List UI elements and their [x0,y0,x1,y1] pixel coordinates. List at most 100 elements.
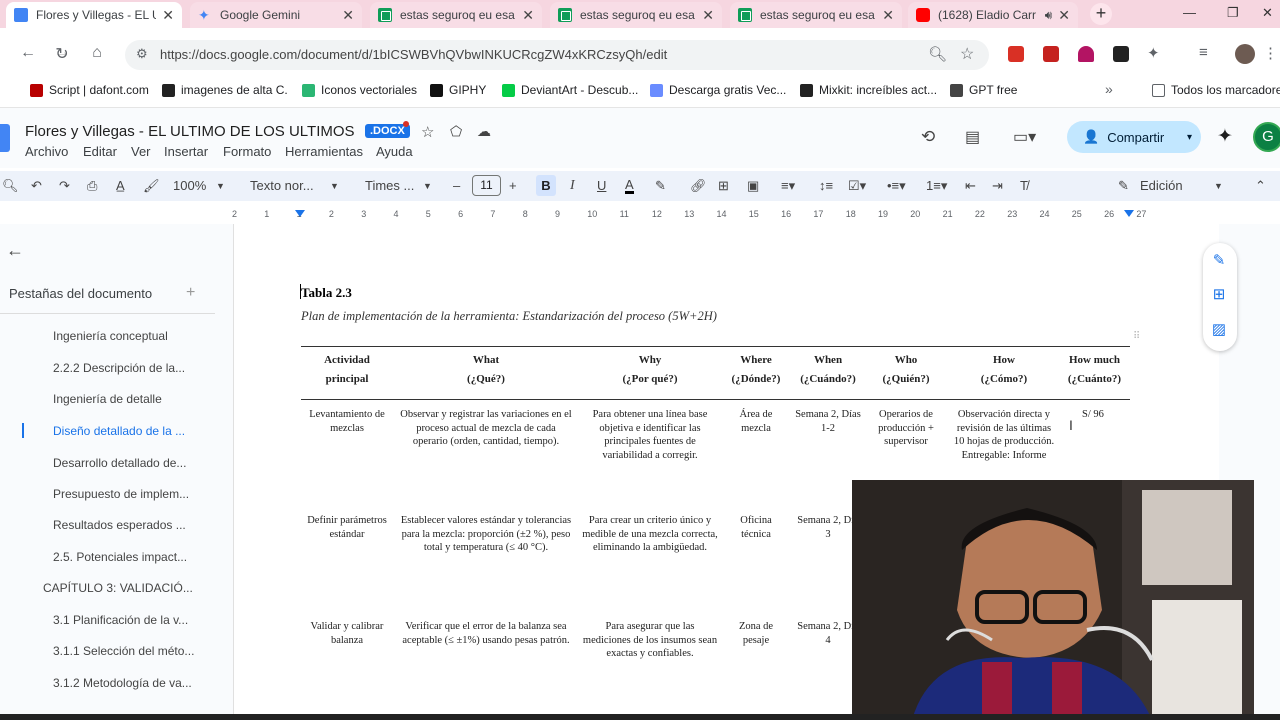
table-cell[interactable]: Observación directa y revisión de las úl… [951,408,1057,462]
site-info-icon[interactable]: ⚙ [136,46,148,62]
document-title[interactable]: Flores y Villegas - EL ULTIMO DE LOS ULT… [25,123,355,140]
close-tab-icon[interactable]: ✕ [1058,7,1070,24]
collapse-toolbar-icon[interactable]: ⌃ [1255,178,1266,194]
font-dropdown-icon[interactable]: ▼ [423,181,432,191]
close-tab-icon[interactable]: ✕ [342,7,354,24]
extension-icon-m[interactable] [1043,46,1059,62]
close-tab-icon[interactable]: ✕ [882,7,894,24]
share-button[interactable]: 👤 Compartir ▾ [1067,121,1201,153]
restore-icon[interactable]: ❐ [1227,5,1239,21]
browser-tab[interactable]: (1628) Eladio Carr 🔊︎ ✕ [908,2,1078,28]
browser-tab[interactable]: estas seguroq eu esa ✕ [370,2,542,28]
table-cell[interactable]: Para asegurar que las mediciones de los … [582,620,718,661]
bookmark-star-icon[interactable]: ☆ [960,44,974,64]
history-icon[interactable]: ⟲ [921,127,935,147]
menu-item[interactable]: Archivo [25,144,68,159]
outline-item[interactable]: Ingeniería de detalle [53,392,162,406]
reading-list-icon[interactable]: ≡ [1199,44,1208,61]
table-cell[interactable]: Establecer valores estándar y tolerancia… [400,514,572,555]
add-comment-icon[interactable]: ⊞ [718,178,729,194]
editing-mode-icon[interactable]: ✎ [1118,178,1129,194]
print-icon[interactable]: ⎙ [87,178,97,194]
bookmark-item[interactable]: Descarga gratis Vec... [650,83,786,97]
minimize-icon[interactable]: — [1183,5,1196,20]
table-header-cell[interactable]: When (¿Cuándo?) [794,351,862,389]
account-avatar[interactable]: G [1253,122,1280,152]
new-tab-button[interactable]: + [1090,3,1112,25]
edit-suggest-icon[interactable]: ✎ [1207,251,1231,275]
checklist-icon[interactable]: ☑▾ [848,178,866,194]
mode-dropdown-icon[interactable]: ▼ [1214,181,1223,191]
outline-item[interactable]: 3.1 Planificación de la v... [53,613,188,627]
font-size-input[interactable]: 11 [472,175,501,196]
underline-button[interactable]: U [597,178,606,193]
table-cell[interactable]: Área de mezcla [728,408,784,435]
profile-avatar[interactable] [1235,44,1255,64]
menu-item[interactable]: Ayuda [376,144,413,159]
decrease-font-icon[interactable]: – [453,178,460,193]
close-tab-icon[interactable]: ✕ [162,7,174,24]
table-header-cell[interactable]: What (¿Qué?) [400,351,572,389]
numbered-list-icon[interactable]: 1≡▾ [926,178,947,194]
increase-indent-icon[interactable]: ⇥ [992,178,1003,194]
bookmark-item[interactable]: GIPHY [430,83,486,97]
redo-icon[interactable]: ↷ [59,178,70,194]
menu-item[interactable]: Herramientas [285,144,363,159]
meet-icon[interactable]: ▭▾ [1013,127,1036,147]
increase-font-icon[interactable]: + [509,178,517,193]
style-select[interactable]: Texto nor... [250,178,314,193]
add-comment-float-icon[interactable]: ⊞ [1207,285,1231,309]
menu-item[interactable]: Editar [83,144,117,159]
menu-item[interactable]: Insertar [164,144,208,159]
align-icon[interactable]: ≡▾ [781,178,795,194]
comments-icon[interactable]: ▤ [965,127,980,147]
bookmark-item[interactable]: Todos los marcadores [1152,83,1280,97]
table-cell[interactable]: Zona de pesaje [728,620,784,647]
table-header-cell[interactable]: Who (¿Quién?) [867,351,945,389]
bookmark-item[interactable]: Script | dafont.com [30,83,149,97]
table-cell[interactable]: Definir parámetros estándar [301,514,393,541]
zoom-icon[interactable]: 🔍︎ [928,45,947,63]
outline-item[interactable]: CAPÍTULO 3: VALIDACIÓ... [43,581,193,595]
gemini-spark-icon[interactable]: ✦ [1217,125,1233,148]
insert-image-icon[interactable]: ▣ [747,178,759,194]
table-cell[interactable]: Levantamiento de mezclas [301,408,393,435]
table-cell[interactable]: Verificar que el error de la balanza sea… [400,620,572,647]
font-select[interactable]: Times ... [365,178,414,193]
cloud-status-icon[interactable]: ☁ [477,123,491,140]
outline-item[interactable]: 3.1.2 Metodología de va... [53,676,192,690]
table-cell[interactable]: Observar y registrar las variaciones en … [400,408,572,449]
home-icon[interactable]: ⌂ [87,44,107,62]
star-icon[interactable]: ☆ [421,123,434,141]
table-cell[interactable]: Semana 2, Días 1-2 [794,408,862,435]
url-text[interactable]: https://docs.google.com/document/d/1bICS… [160,47,667,62]
reload-icon[interactable]: ↻ [52,44,72,64]
extensions-puzzle-icon[interactable]: ✦ [1147,44,1160,62]
table-header-cell[interactable]: How (¿Cómo?) [951,351,1057,389]
table-cell[interactable]: Para crear un criterio único y medible d… [582,514,718,555]
bullet-list-icon[interactable]: •≡▾ [887,178,906,194]
menu-item[interactable]: Formato [223,144,271,159]
zoom-select[interactable]: 100% [173,178,206,193]
table-subtitle[interactable]: Plan de implementación de la herramienta… [301,309,717,324]
bookmark-item[interactable]: Iconos vectoriales [302,83,417,97]
browser-tab[interactable]: estas seguroq eu esa ✕ [550,2,722,28]
table-cell[interactable]: Para obtener una línea base objetiva e i… [582,408,718,462]
menu-kebab-icon[interactable]: ⋮ [1263,44,1278,62]
outline-item[interactable]: Desarrollo detallado de... [53,456,186,470]
table-header-cell[interactable]: How much (¿Cuánto?) [1062,351,1127,389]
bold-button[interactable]: B [536,175,556,196]
docs-logo-icon[interactable] [0,124,10,152]
extension-icon-black[interactable] [1113,46,1129,62]
undo-icon[interactable]: ↶ [31,178,42,194]
text-color-icon[interactable]: A [625,178,634,194]
close-window-icon[interactable]: ✕ [1262,5,1273,21]
decrease-indent-icon[interactable]: ⇤ [965,178,976,194]
browser-tab[interactable]: Flores y Villegas - EL ULTIMO ✕ [6,2,182,28]
table-title[interactable]: Tabla 2.3 [301,285,352,301]
spellcheck-icon[interactable]: A̲ [116,178,125,193]
zoom-dropdown-icon[interactable]: ▼ [216,181,225,191]
table-cell[interactable]: Oficina técnica [728,514,784,541]
more-bookmarks-icon[interactable]: » [1105,81,1113,97]
table-header-cell[interactable]: Actividad principal [301,351,393,389]
